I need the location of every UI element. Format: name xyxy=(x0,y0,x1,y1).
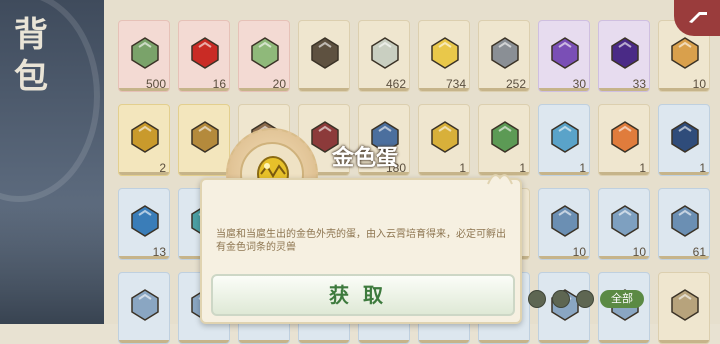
yellow-cake-icon xyxy=(427,35,463,71)
inventory-slot[interactable]: 1 xyxy=(538,104,590,176)
inventory-slot[interactable]: 61 xyxy=(658,188,710,260)
slot-stripe xyxy=(119,340,169,343)
item-count: 10 xyxy=(692,77,706,91)
item-count: 1 xyxy=(519,161,526,175)
filter-star-icon[interactable] xyxy=(552,290,570,308)
food-icon xyxy=(667,35,703,71)
red-orb-icon xyxy=(187,35,223,71)
puzzle-piece-icon xyxy=(127,287,163,323)
slot-stripe xyxy=(299,88,349,91)
slot-stripe xyxy=(479,340,529,343)
inventory-slot[interactable]: 30 xyxy=(538,20,590,92)
purple-orb-icon xyxy=(607,35,643,71)
back-icon xyxy=(689,12,707,23)
slot-stripe xyxy=(179,340,229,343)
filter-all-button[interactable]: 全部 xyxy=(600,290,644,308)
slot-stripe xyxy=(359,340,409,343)
inventory-slot[interactable]: 252 xyxy=(478,20,530,92)
item-count: 10 xyxy=(632,245,646,259)
sidebar-title: 背包 xyxy=(14,15,48,97)
item-count: 16 xyxy=(212,77,226,91)
inventory-slot[interactable]: 500 xyxy=(118,20,170,92)
inventory-slot[interactable]: 20 xyxy=(238,20,290,92)
sidebar-mist-decoration xyxy=(0,204,104,324)
filter-bar: 全部 xyxy=(528,289,644,309)
acquire-button[interactable]: 获取 xyxy=(211,274,515,316)
item-count: 500 xyxy=(145,77,166,91)
inventory-slot[interactable] xyxy=(118,272,170,344)
gold-ore-icon xyxy=(427,119,463,155)
bowl-icon xyxy=(367,35,403,71)
inventory-slot[interactable]: 13 xyxy=(118,188,170,260)
slot-stripe xyxy=(179,172,229,175)
inventory-slot[interactable]: 10 xyxy=(538,188,590,260)
slot-stripe xyxy=(539,340,589,343)
puzzle-piece-icon xyxy=(607,203,643,239)
purple-crystal-icon xyxy=(547,35,583,71)
item-count: 1 xyxy=(699,161,706,175)
item-count: 1 xyxy=(639,161,646,175)
item-count: 33 xyxy=(632,77,646,91)
inventory-slot[interactable]: 1 xyxy=(658,104,710,176)
green-bun-icon xyxy=(247,35,283,71)
filter-circle-icon[interactable] xyxy=(576,290,594,308)
puzzle-piece-icon xyxy=(667,203,703,239)
item-count: 2 xyxy=(159,161,166,175)
item-count: 1 xyxy=(579,161,586,175)
slot-stripe xyxy=(299,340,349,343)
scroll-icon xyxy=(187,119,223,155)
item-count: 252 xyxy=(505,77,526,91)
inventory-slot[interactable]: 1 xyxy=(418,104,470,176)
slot-stripe xyxy=(599,340,649,343)
blue-gem-icon xyxy=(547,119,583,155)
slot-stripe xyxy=(419,340,469,343)
corner-decoration-icon xyxy=(487,174,513,185)
inventory-slot[interactable]: 33 xyxy=(598,20,650,92)
orange-flower-icon xyxy=(607,119,643,155)
item-detail-popup: 当扈和当扈生出的金色外壳的蛋，由入云霄培育得来，必定可孵出有金色词条的灵兽 获取 xyxy=(200,174,522,324)
inventory-slot[interactable] xyxy=(298,20,350,92)
item-count: 61 xyxy=(692,245,706,259)
item-icon xyxy=(667,287,703,323)
dark-nut-icon xyxy=(307,35,343,71)
filter-leaf-icon[interactable] xyxy=(528,290,546,308)
item-count: 20 xyxy=(272,77,286,91)
close-tab[interactable] xyxy=(674,0,720,36)
green-leaf-icon xyxy=(487,119,523,155)
item-count: 10 xyxy=(572,245,586,259)
inventory-slot[interactable]: 1 xyxy=(598,104,650,176)
item-count: 1 xyxy=(459,161,466,175)
inventory-slot[interactable]: 462 xyxy=(358,20,410,92)
item-count: 13 xyxy=(152,245,166,259)
item-count: 734 xyxy=(445,77,466,91)
inventory-slot[interactable]: 16 xyxy=(178,20,230,92)
inventory-slot[interactable] xyxy=(658,272,710,344)
item-count: 30 xyxy=(572,77,586,91)
inventory-slot[interactable] xyxy=(178,104,230,176)
inventory-slot[interactable]: 734 xyxy=(418,20,470,92)
blue-orb-icon xyxy=(127,203,163,239)
inventory-slot[interactable]: 2 xyxy=(118,104,170,176)
amber-crystal-icon xyxy=(127,119,163,155)
sidebar: 背包 xyxy=(0,0,104,324)
slot-stripe xyxy=(239,340,289,343)
shell-icon xyxy=(127,35,163,71)
dark-blue-gem-icon xyxy=(667,119,703,155)
grey-ore-icon xyxy=(487,35,523,71)
item-description: 当扈和当扈生出的金色外壳的蛋，由入云霄培育得来，必定可孵出有金色词条的灵兽 xyxy=(216,229,506,253)
slot-stripe xyxy=(659,340,709,343)
puzzle-piece-icon xyxy=(547,203,583,239)
item-count: 462 xyxy=(385,77,406,91)
inventory-slot[interactable]: 10 xyxy=(598,188,650,260)
inventory-slot[interactable]: 1 xyxy=(478,104,530,176)
item-title: 金色蛋 xyxy=(332,146,399,171)
